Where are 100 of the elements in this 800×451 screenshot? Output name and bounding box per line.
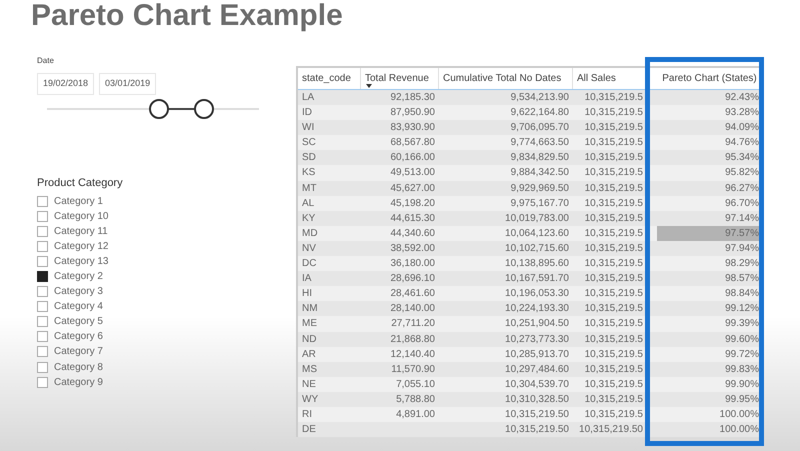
table-cell-text: 10,273,773.30 (504, 332, 570, 346)
table-cell-text: 5,788.80 (395, 392, 436, 407)
column-header[interactable]: Cumulative Total No Dates (439, 68, 573, 89)
table-cell-text: 10,315,219.5 (584, 151, 644, 166)
table-cell-text: 10,315,219.5 (584, 332, 644, 346)
table-cell-text: 49,513.00 (390, 166, 436, 180)
table-cell-text: 45,627.00 (390, 182, 436, 196)
table-cell-text: 4,891.00 (395, 408, 436, 422)
table-cell-text: 96.27% (724, 182, 760, 196)
table-cell-text: DE (301, 423, 317, 438)
checkbox[interactable] (37, 210, 48, 222)
table-cell-text: LA (301, 91, 316, 105)
table-cell-text: 92.43% (724, 91, 760, 105)
table-cell-text: 99.95% (724, 392, 760, 407)
category-option[interactable]: Category 3 (37, 284, 103, 300)
table-cell-text: AR (301, 348, 317, 362)
filter-title: Product Category (37, 176, 123, 191)
checkbox[interactable] (37, 346, 48, 358)
table-cell-text: 11,570.90 (390, 362, 436, 377)
table-cell-text: 96.70% (724, 196, 760, 211)
table-cell-text: 9,534,213.90 (510, 91, 570, 105)
checkbox[interactable] (37, 256, 48, 267)
checkbox[interactable] (37, 376, 48, 388)
table-cell-text: 100.00% (718, 408, 760, 422)
category-option[interactable]: Category 2 (37, 268, 103, 284)
table-cell-text: 99.83% (724, 362, 760, 377)
table-cell-text: 10,315,219.5 (584, 272, 644, 286)
checkbox[interactable] (37, 316, 48, 328)
table-cell-text: 92,185.30 (390, 91, 436, 105)
table-cell-text: KY (301, 212, 316, 226)
category-option[interactable]: Category 13 (37, 254, 108, 269)
category-option[interactable]: Category 7 (37, 344, 103, 360)
table-cell-text: 98.29% (724, 257, 760, 272)
table-cell-text: 10,224,193.30 (504, 302, 570, 316)
table-cell-text: NM (301, 302, 319, 316)
checkbox[interactable] (37, 362, 48, 373)
table-cell-text: 10,315,219.5 (584, 196, 644, 211)
category-option[interactable]: Category 1 (37, 194, 103, 209)
table-cell-text: MT (301, 182, 318, 196)
checkbox[interactable] (37, 301, 48, 312)
table-cell-text: IA (301, 272, 312, 286)
column-header[interactable]: Pareto Chart (States) (657, 68, 763, 89)
checkbox[interactable] (37, 331, 48, 342)
table-cell-text: 10,297,484.60 (504, 362, 570, 377)
category-option[interactable]: Category 10 (37, 208, 108, 224)
checkbox[interactable] (37, 196, 48, 207)
checkbox[interactable] (37, 240, 48, 252)
table-cell-text: 10,315,219.5 (584, 317, 644, 332)
table-cell-text: 10,315,219.5 (584, 182, 644, 196)
table-cell-text: 99.90% (724, 378, 760, 392)
table-cell-text: 83,930.90 (390, 121, 436, 136)
table-cell-text: NV (301, 242, 317, 256)
slider-handle[interactable] (149, 99, 170, 119)
category-option[interactable]: Category 8 (37, 360, 103, 375)
table-cell-text: 60,166.00 (390, 151, 436, 166)
category-option[interactable]: Category 11 (37, 224, 108, 239)
table-cell-text: 93.28% (724, 106, 760, 120)
page-title: Pareto Chart Example (31, 0, 343, 34)
table-cell-text: 94.76% (724, 136, 760, 150)
table-cell-text: KS (301, 166, 316, 180)
checkbox[interactable] (37, 286, 48, 298)
category-option[interactable]: Category 9 (37, 374, 103, 390)
table-cell-text: 10,310,328.50 (504, 392, 570, 407)
table-cell-text: 10,315,219.5 (584, 287, 644, 302)
table-cell-text: 10,315,219.5 (584, 348, 644, 362)
table-cell-text: 94.09% (724, 121, 760, 136)
table-cell-text: SD (301, 151, 317, 166)
column-header[interactable]: All Sales (573, 68, 647, 89)
date-range-slider[interactable] (47, 97, 259, 121)
table-cell-text: HI (301, 287, 313, 302)
table-cell-text: 10,315,219.5 (584, 408, 644, 422)
category-option[interactable]: Category 5 (37, 314, 103, 330)
table-cell-text: 99.12% (724, 302, 760, 316)
table-cell-text: 12,140.40 (390, 348, 436, 362)
slider-handle[interactable] (194, 99, 214, 119)
table-cell-text: 95.34% (724, 151, 760, 166)
category-option[interactable]: Category 12 (37, 238, 108, 254)
table-cell-text: 21,868.80 (390, 332, 436, 346)
table-cell-text: ID (301, 106, 313, 120)
start-date-field[interactable]: 19/02/2018 (37, 73, 94, 95)
checkbox[interactable] (37, 271, 48, 282)
category-option[interactable]: Category 6 (37, 329, 103, 344)
end-date-field[interactable]: 03/01/2019 (99, 73, 156, 95)
table-cell-text: 99.72% (724, 348, 760, 362)
category-option[interactable]: Category 4 (37, 299, 103, 314)
table-cell-text: 10,315,219.5 (584, 121, 644, 136)
column-header[interactable]: state_code (298, 68, 361, 89)
table-cell-text: 10,315,219.5 (584, 91, 644, 105)
table-cell-text: 9,834,829.50 (510, 151, 570, 166)
table-cell-text: 10,167,591.70 (504, 272, 570, 286)
table-cell-text: WI (301, 121, 316, 136)
table-cell-text: 44,615.30 (390, 212, 436, 226)
table-cell-text: 97.94% (724, 242, 760, 256)
table-cell-text: 10,019,783.00 (504, 212, 570, 226)
table-cell-text: DC (301, 257, 318, 272)
checkbox[interactable] (37, 226, 48, 237)
table-cell-text: 98.84% (724, 287, 760, 302)
table-cell-text: 68,567.80 (390, 136, 436, 150)
table-cell-text: 9,884,342.50 (510, 166, 570, 180)
table-cell-text: 28,140.00 (390, 302, 436, 316)
